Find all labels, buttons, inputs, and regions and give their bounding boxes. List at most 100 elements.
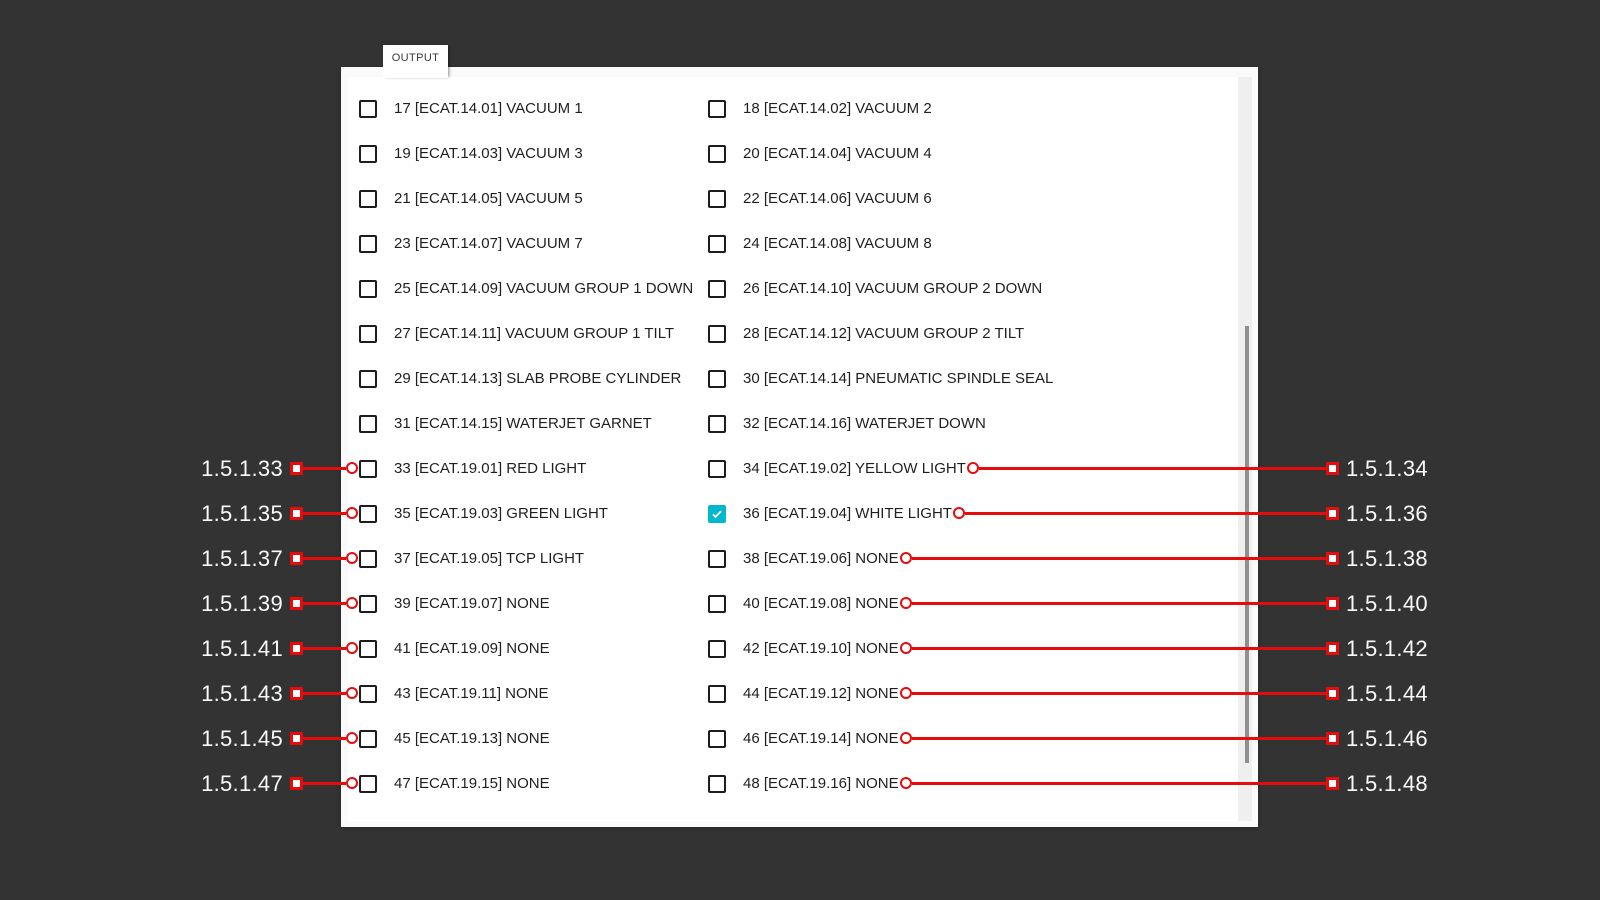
annotation-square-marker-36: [1326, 507, 1339, 520]
checkbox-34[interactable]: [708, 460, 726, 478]
output-row-25[interactable]: 25 [ECAT.14.09] VACUUM GROUP 1 DOWN: [348, 266, 697, 311]
output-row-35[interactable]: 35 [ECAT.19.03] GREEN LIGHT: [348, 491, 697, 536]
checkmark-icon: [710, 507, 724, 521]
output-row-label-23: 23 [ECAT.14.07] VACUUM 7: [394, 235, 583, 252]
annotation-label-39: 1.5.1.39: [201, 590, 283, 618]
output-row-43[interactable]: 43 [ECAT.19.11] NONE: [348, 671, 697, 716]
output-row-23[interactable]: 23 [ECAT.14.07] VACUUM 7: [348, 221, 697, 266]
output-row-24[interactable]: 24 [ECAT.14.08] VACUUM 8: [697, 221, 1252, 266]
output-row-34[interactable]: 34 [ECAT.19.02] YELLOW LIGHT: [697, 446, 1252, 491]
output-row-30[interactable]: 30 [ECAT.14.14] PNEUMATIC SPINDLE SEAL: [697, 356, 1252, 401]
output-row-37[interactable]: 37 [ECAT.19.05] TCP LIGHT: [348, 536, 697, 581]
output-row-label-37: 37 [ECAT.19.05] TCP LIGHT: [394, 550, 584, 567]
vertical-scrollbar[interactable]: [1238, 77, 1252, 821]
output-row-label-41: 41 [ECAT.19.09] NONE: [394, 640, 550, 657]
checkbox-31[interactable]: [359, 415, 377, 433]
checkbox-39[interactable]: [359, 595, 377, 613]
checkbox-32[interactable]: [708, 415, 726, 433]
tab-output-label: OUTPUT: [392, 52, 440, 78]
annotation-line-45: [303, 737, 347, 740]
checkbox-42[interactable]: [708, 640, 726, 658]
checkbox-46[interactable]: [708, 730, 726, 748]
checkbox-20[interactable]: [708, 145, 726, 163]
output-row-19[interactable]: 19 [ECAT.14.03] VACUUM 3: [348, 131, 697, 176]
checkbox-43[interactable]: [359, 685, 377, 703]
output-row-46[interactable]: 46 [ECAT.19.14] NONE: [697, 716, 1252, 761]
checkbox-45[interactable]: [359, 730, 377, 748]
output-row-41[interactable]: 41 [ECAT.19.09] NONE: [348, 626, 697, 671]
annotation-line-37: [303, 557, 347, 560]
checkbox-21[interactable]: [359, 190, 377, 208]
output-row-label-40: 40 [ECAT.19.08] NONE: [743, 595, 899, 612]
output-row-40[interactable]: 40 [ECAT.19.08] NONE: [697, 581, 1252, 626]
output-row-33[interactable]: 33 [ECAT.19.01] RED LIGHT: [348, 446, 697, 491]
output-row-42[interactable]: 42 [ECAT.19.10] NONE: [697, 626, 1252, 671]
output-row-label-29: 29 [ECAT.14.13] SLAB PROBE CYLINDER: [394, 370, 681, 387]
annotation-label-34: 1.5.1.34: [1346, 455, 1428, 483]
annotation-line-41: [303, 647, 347, 650]
output-row-20[interactable]: 20 [ECAT.14.04] VACUUM 4: [697, 131, 1252, 176]
output-row-label-43: 43 [ECAT.19.11] NONE: [394, 685, 549, 702]
checkbox-23[interactable]: [359, 235, 377, 253]
checkbox-29[interactable]: [359, 370, 377, 388]
output-row-18[interactable]: 18 [ECAT.14.02] VACUUM 2: [697, 86, 1252, 131]
output-row-38[interactable]: 38 [ECAT.19.06] NONE: [697, 536, 1252, 581]
annotation-square-marker-48: [1326, 777, 1339, 790]
output-row-label-42: 42 [ECAT.19.10] NONE: [743, 640, 899, 657]
output-row-label-45: 45 [ECAT.19.13] NONE: [394, 730, 550, 747]
output-row-36[interactable]: 36 [ECAT.19.04] WHITE LIGHT: [697, 491, 1252, 536]
checkbox-17[interactable]: [359, 100, 377, 118]
annotation-square-marker-46: [1326, 732, 1339, 745]
checkbox-41[interactable]: [359, 640, 377, 658]
checkbox-40[interactable]: [708, 595, 726, 613]
output-row-label-28: 28 [ECAT.14.12] VACUUM GROUP 2 TILT: [743, 325, 1024, 342]
checkbox-25[interactable]: [359, 280, 377, 298]
annotation-label-41: 1.5.1.41: [201, 635, 283, 663]
annotation-label-37: 1.5.1.37: [201, 545, 283, 573]
output-row-21[interactable]: 21 [ECAT.14.05] VACUUM 5: [348, 176, 697, 221]
output-row-32[interactable]: 32 [ECAT.14.16] WATERJET DOWN: [697, 401, 1252, 446]
checkbox-checked-36[interactable]: [708, 505, 726, 523]
output-row-28[interactable]: 28 [ECAT.14.12] VACUUM GROUP 2 TILT: [697, 311, 1252, 356]
annotation-label-43: 1.5.1.43: [201, 680, 283, 708]
output-row-31[interactable]: 31 [ECAT.14.15] WATERJET GARNET: [348, 401, 697, 446]
checkbox-48[interactable]: [708, 775, 726, 793]
annotation-square-marker-47: [290, 777, 303, 790]
checkbox-28[interactable]: [708, 325, 726, 343]
annotation-label-45: 1.5.1.45: [201, 725, 283, 753]
output-row-label-26: 26 [ECAT.14.10] VACUUM GROUP 2 DOWN: [743, 280, 1042, 297]
annotation-square-marker-39: [290, 597, 303, 610]
checkbox-27[interactable]: [359, 325, 377, 343]
output-row-45[interactable]: 45 [ECAT.19.13] NONE: [348, 716, 697, 761]
checkbox-38[interactable]: [708, 550, 726, 568]
output-row-label-17: 17 [ECAT.14.01] VACUUM 1: [394, 100, 583, 117]
scrollbar-thumb[interactable]: [1245, 326, 1249, 763]
output-row-29[interactable]: 29 [ECAT.14.13] SLAB PROBE CYLINDER: [348, 356, 697, 401]
checkbox-19[interactable]: [359, 145, 377, 163]
output-row-27[interactable]: 27 [ECAT.14.11] VACUUM GROUP 1 TILT: [348, 311, 697, 356]
output-row-label-22: 22 [ECAT.14.06] VACUUM 6: [743, 190, 932, 207]
checkbox-37[interactable]: [359, 550, 377, 568]
checkbox-35[interactable]: [359, 505, 377, 523]
output-row-26[interactable]: 26 [ECAT.14.10] VACUUM GROUP 2 DOWN: [697, 266, 1252, 311]
checkbox-33[interactable]: [359, 460, 377, 478]
output-row-label-35: 35 [ECAT.19.03] GREEN LIGHT: [394, 505, 608, 522]
output-row-47[interactable]: 47 [ECAT.19.15] NONE: [348, 761, 697, 806]
output-row-22[interactable]: 22 [ECAT.14.06] VACUUM 6: [697, 176, 1252, 221]
output-row-label-34: 34 [ECAT.19.02] YELLOW LIGHT: [743, 460, 966, 477]
checkbox-24[interactable]: [708, 235, 726, 253]
checkbox-30[interactable]: [708, 370, 726, 388]
annotation-label-42: 1.5.1.42: [1346, 635, 1428, 663]
checkbox-22[interactable]: [708, 190, 726, 208]
checkbox-26[interactable]: [708, 280, 726, 298]
output-row-48[interactable]: 48 [ECAT.19.16] NONE: [697, 761, 1252, 806]
output-row-label-47: 47 [ECAT.19.15] NONE: [394, 775, 550, 792]
output-row-17[interactable]: 17 [ECAT.14.01] VACUUM 1: [348, 86, 697, 131]
output-row-44[interactable]: 44 [ECAT.19.12] NONE: [697, 671, 1252, 716]
tab-output[interactable]: OUTPUT: [383, 45, 448, 78]
checkbox-47[interactable]: [359, 775, 377, 793]
checkbox-18[interactable]: [708, 100, 726, 118]
output-row-39[interactable]: 39 [ECAT.19.07] NONE: [348, 581, 697, 626]
annotation-square-marker-33: [290, 462, 303, 475]
checkbox-44[interactable]: [708, 685, 726, 703]
